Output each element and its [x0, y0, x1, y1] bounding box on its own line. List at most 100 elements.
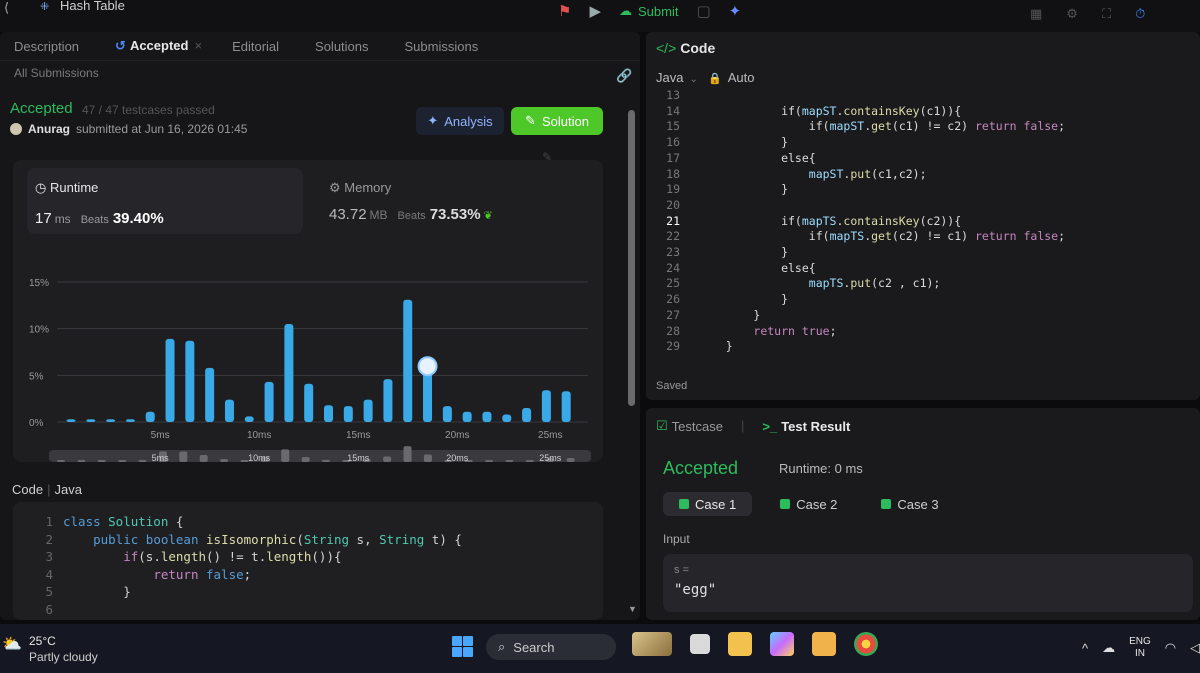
all-submissions-link[interactable]: All Submissions [14, 66, 99, 80]
analysis-button[interactable]: ✦ Analysis [416, 107, 504, 135]
code-editor[interactable]: 13 14 if(mapST.containsKey(c1)){15 if(map… [646, 88, 1200, 364]
debug-icon[interactable]: ⚑ [558, 2, 571, 20]
editor-line[interactable]: 20 [646, 198, 698, 214]
store-icon[interactable] [812, 632, 836, 656]
tab-accepted-label: Accepted [129, 38, 189, 53]
lock-icon: 🔒 [708, 73, 722, 85]
editor-line[interactable]: 21 if(mapTS.containsKey(c2)){ [646, 214, 961, 230]
language-line-1: ENG [1129, 636, 1151, 647]
result-runtime: Runtime: 0 ms [779, 461, 863, 476]
tab-test-result[interactable]: >_ Test Result [762, 418, 850, 434]
language-line-2: IN [1134, 648, 1145, 659]
editor-line[interactable]: 14 if(mapST.containsKey(c1)){ [646, 104, 961, 120]
runtime-distribution-chart[interactable]: 15% 10% 5% 0% 5ms 10ms 15ms 20ms 25ms 5ms 10ms 15ms… [13, 242, 603, 462]
wifi-icon[interactable]: ◠ [1165, 640, 1176, 656]
history-icon: ↺ [115, 38, 126, 53]
tab-accepted[interactable]: ↺ Accepted × [115, 38, 202, 54]
tab-testcase[interactable]: ☑ Testcase [656, 418, 723, 434]
copilot-icon[interactable] [770, 632, 794, 656]
left-scrollbar[interactable]: ▼ [628, 110, 637, 620]
editor-line[interactable]: 24 else{ [646, 261, 816, 277]
tab-solutions[interactable]: Solutions [315, 39, 368, 54]
notes-icon[interactable]: ▢ [696, 2, 710, 20]
minimap-bar [301, 457, 310, 462]
chart-bar [363, 399, 373, 422]
problem-title[interactable]: Hash Table [60, 0, 125, 13]
tab-submissions[interactable]: Submissions [405, 39, 479, 54]
editor-line[interactable]: 16 } [646, 135, 788, 151]
submit-button[interactable]: ☁ Submit [619, 3, 678, 19]
start-button[interactable] [452, 636, 474, 658]
share-link-icon[interactable]: 🔗 [616, 68, 632, 84]
scroll-down-arrow-icon[interactable]: ▼ [628, 604, 637, 614]
runtime-box[interactable]: ◷ Runtime 17 ms Beats 39.40% [27, 168, 303, 234]
ai-sparkle-icon[interactable]: ✦ [729, 2, 742, 20]
chrome-icon[interactable] [854, 632, 878, 656]
app-logo-icon[interactable]: ⟨ [4, 0, 9, 16]
result-panel: ☑ Testcase | >_ Test Result Accepted Runti… [646, 408, 1200, 620]
chart-bar [343, 406, 353, 422]
runtime-beats-label: Beats [80, 214, 109, 226]
editor-line[interactable]: 23 } [646, 245, 788, 261]
tab-editorial[interactable]: Editorial [232, 39, 279, 54]
close-icon[interactable]: × [194, 38, 202, 53]
volume-icon[interactable]: ◁) [1190, 640, 1200, 656]
case-pass-icon [679, 499, 689, 509]
code-line: 6 [13, 602, 63, 619]
code-token: length [160, 549, 207, 564]
settings-icon[interactable]: ⚙ [1066, 6, 1078, 22]
case-3-button[interactable]: Case 3 [865, 492, 954, 516]
language-select[interactable]: Java ⌄ [656, 70, 698, 85]
editor-line[interactable]: 22 if(mapTS.get(c2) != c1) return false; [646, 229, 1065, 245]
avatar[interactable] [10, 123, 22, 135]
auto-mode-label: Auto [727, 70, 755, 85]
task-view-icon[interactable] [690, 634, 710, 654]
editor-line[interactable]: 15 if(mapST.get(c1) != c2) return false; [646, 119, 1065, 135]
cloud-icon[interactable]: ☁ [1102, 640, 1115, 656]
runtime-unit: ms [54, 212, 71, 226]
tab-description[interactable]: Description [14, 39, 79, 54]
editor-line[interactable]: 19 } [646, 182, 788, 198]
auto-mode[interactable]: 🔒 Auto [708, 70, 754, 85]
file-explorer-icon[interactable] [728, 632, 752, 656]
editor-line[interactable]: 29 } [646, 339, 732, 355]
timer-icon[interactable]: ⏱ [1135, 6, 1145, 22]
case-1-button[interactable]: Case 1 [663, 492, 753, 516]
chevron-up-icon[interactable]: ^ [1082, 641, 1088, 656]
editor-line[interactable]: 17 else{ [646, 151, 816, 167]
widgets-icon[interactable] [632, 632, 672, 656]
editor-line[interactable]: 28 return true; [646, 324, 836, 340]
chart-bar [224, 399, 234, 422]
left-scroll-thumb[interactable] [628, 110, 635, 406]
chart-bar [541, 390, 551, 422]
problem-list-icon[interactable]: ⁜ [40, 0, 49, 13]
run-icon[interactable]: ▶ [589, 2, 601, 20]
input-value[interactable]: "egg" [674, 582, 716, 598]
weather-icon[interactable]: ⛅ [2, 634, 22, 654]
weather-temp[interactable]: 25°C [29, 634, 56, 648]
fullscreen-icon[interactable]: ⛶ [1102, 6, 1111, 22]
editor-line[interactable]: 26 } [646, 292, 788, 308]
weather-description[interactable]: Partly cloudy [29, 650, 98, 664]
layout-icon[interactable]: ▦ [1030, 6, 1042, 22]
chart-bar [502, 414, 512, 422]
solution-button[interactable]: ✎ Solution [511, 107, 603, 135]
editor-line-number: 25 [666, 276, 680, 291]
runtime-label: ◷ Runtime [35, 180, 98, 196]
editor-line[interactable]: 18 mapST.put(c1,c2); [646, 167, 926, 183]
editor-line[interactable]: 27 } [646, 308, 760, 324]
start-tile [452, 647, 462, 657]
code-token: () != t. [206, 549, 267, 564]
submitter-name[interactable]: Anurag [28, 122, 70, 136]
case-2-button[interactable]: Case 2 [764, 492, 853, 516]
editor-line-code: if(mapST.containsKey(c1)){ [698, 103, 962, 118]
editor-line[interactable]: 25 mapTS.put(c2 , c1); [646, 276, 940, 292]
minimap-tick-label: 15ms [347, 453, 370, 462]
memory-label[interactable]: ⚙ Memory [329, 180, 391, 196]
taskbar-search[interactable]: ⌕ Search [486, 634, 616, 660]
chevron-down-icon: ⌄ [689, 74, 698, 85]
minimap-bar [97, 460, 106, 462]
minimap-bar [423, 454, 432, 462]
language-indicator[interactable]: ENG IN [1129, 636, 1151, 660]
editor-line[interactable]: 13 [646, 88, 698, 104]
